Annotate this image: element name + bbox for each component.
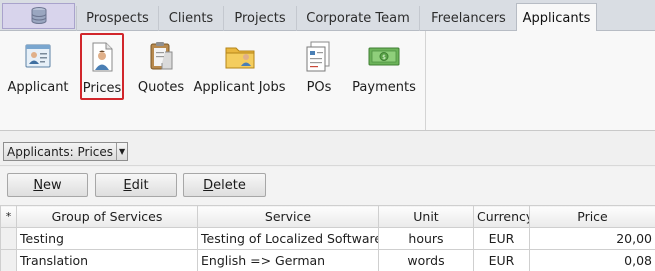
delete-button-label: elete <box>213 177 246 193</box>
applicant-card-icon <box>25 44 51 68</box>
cell-unit[interactable]: hours <box>378 227 474 250</box>
action-toolbar: New Edit Delete <box>0 167 655 205</box>
cell-unit[interactable]: words <box>378 249 474 271</box>
tab-corporate-team[interactable]: Corporate Team <box>296 6 419 31</box>
payments-button-label: Payments <box>352 80 416 95</box>
pos-button-label: POs <box>306 80 332 95</box>
new-button[interactable]: New <box>7 173 88 197</box>
svg-text:$: $ <box>382 54 386 61</box>
edit-button-label: dit <box>131 177 149 193</box>
column-header-price[interactable]: Price <box>529 205 655 228</box>
app-menu-button[interactable] <box>2 3 75 29</box>
quotes-button[interactable]: Quotes <box>138 34 184 100</box>
cell-service[interactable]: English => German <box>197 249 379 271</box>
prices-button-label: Prices <box>82 81 122 96</box>
column-header-unit[interactable]: Unit <box>378 205 474 228</box>
payments-money-icon: $ <box>368 47 400 66</box>
payments-button[interactable]: $ Payments <box>352 34 416 100</box>
row-indicator[interactable] <box>0 249 17 271</box>
purchase-orders-icon <box>306 41 330 72</box>
applicant-button-label: Applicant <box>7 80 69 95</box>
quotes-clipboard-icon <box>150 42 173 70</box>
cell-price[interactable]: 20,00 <box>529 227 655 250</box>
tab-freelancers[interactable]: Freelancers <box>419 6 517 31</box>
cell-currency[interactable]: EUR <box>473 227 530 250</box>
column-header-group[interactable]: Group of Services <box>16 205 198 228</box>
applicant-jobs-button-label: Applicant Jobs <box>193 80 286 95</box>
quotes-button-label: Quotes <box>137 80 185 95</box>
prices-button[interactable]: Prices <box>80 33 124 100</box>
price-document-icon <box>92 42 113 72</box>
prices-grid: * Group of Services Service Unit Currenc… <box>0 205 655 271</box>
edit-button[interactable]: Edit <box>95 173 177 197</box>
cell-group[interactable]: Translation <box>16 249 198 271</box>
row-indicator-header[interactable]: * <box>0 205 17 228</box>
pos-button[interactable]: POs <box>298 34 340 100</box>
delete-button-mnemonic: D <box>203 177 214 193</box>
module-tab-strip: Prospects Clients Projects Corporate Tea… <box>0 0 655 32</box>
tab-prospects[interactable]: Prospects <box>76 6 158 31</box>
table-row[interactable]: Translation English => German words EUR … <box>0 249 655 271</box>
ribbon: Applicant Prices Quotes Applicant Jobs P… <box>0 31 655 131</box>
jobs-folder-icon <box>225 47 254 69</box>
edit-button-mnemonic: E <box>123 177 132 193</box>
applicant-button[interactable]: Applicant <box>6 34 70 100</box>
tab-clients[interactable]: Clients <box>158 6 223 31</box>
new-button-label: ew <box>43 177 62 193</box>
view-bar: Applicants: Prices ▼ <box>0 132 655 166</box>
delete-button[interactable]: Delete <box>183 173 266 197</box>
chevron-down-icon[interactable]: ▼ <box>116 143 127 160</box>
applicant-jobs-button[interactable]: Applicant Jobs <box>193 34 286 100</box>
table-header-row: * Group of Services Service Unit Currenc… <box>0 205 655 228</box>
view-select[interactable]: Applicants: Prices ▼ <box>3 142 129 161</box>
column-header-currency[interactable]: Currency <box>473 205 530 228</box>
view-select-value: Applicants: Prices <box>7 144 114 159</box>
cell-price[interactable]: 0,08 <box>529 249 655 271</box>
cell-group[interactable]: Testing <box>16 227 198 250</box>
ribbon-divider <box>425 31 426 130</box>
cell-service[interactable]: Testing of Localized Software <box>197 227 379 250</box>
cell-currency[interactable]: EUR <box>473 249 530 271</box>
new-button-mnemonic: N <box>33 177 44 193</box>
table-row[interactable]: Testing Testing of Localized Software ho… <box>0 227 655 250</box>
column-header-service[interactable]: Service <box>197 205 379 228</box>
tab-applicants[interactable]: Applicants <box>516 3 597 32</box>
prices-table: * Group of Services Service Unit Currenc… <box>0 205 655 271</box>
tab-projects[interactable]: Projects <box>223 6 296 31</box>
database-icon <box>31 7 46 24</box>
row-indicator[interactable] <box>0 227 17 250</box>
